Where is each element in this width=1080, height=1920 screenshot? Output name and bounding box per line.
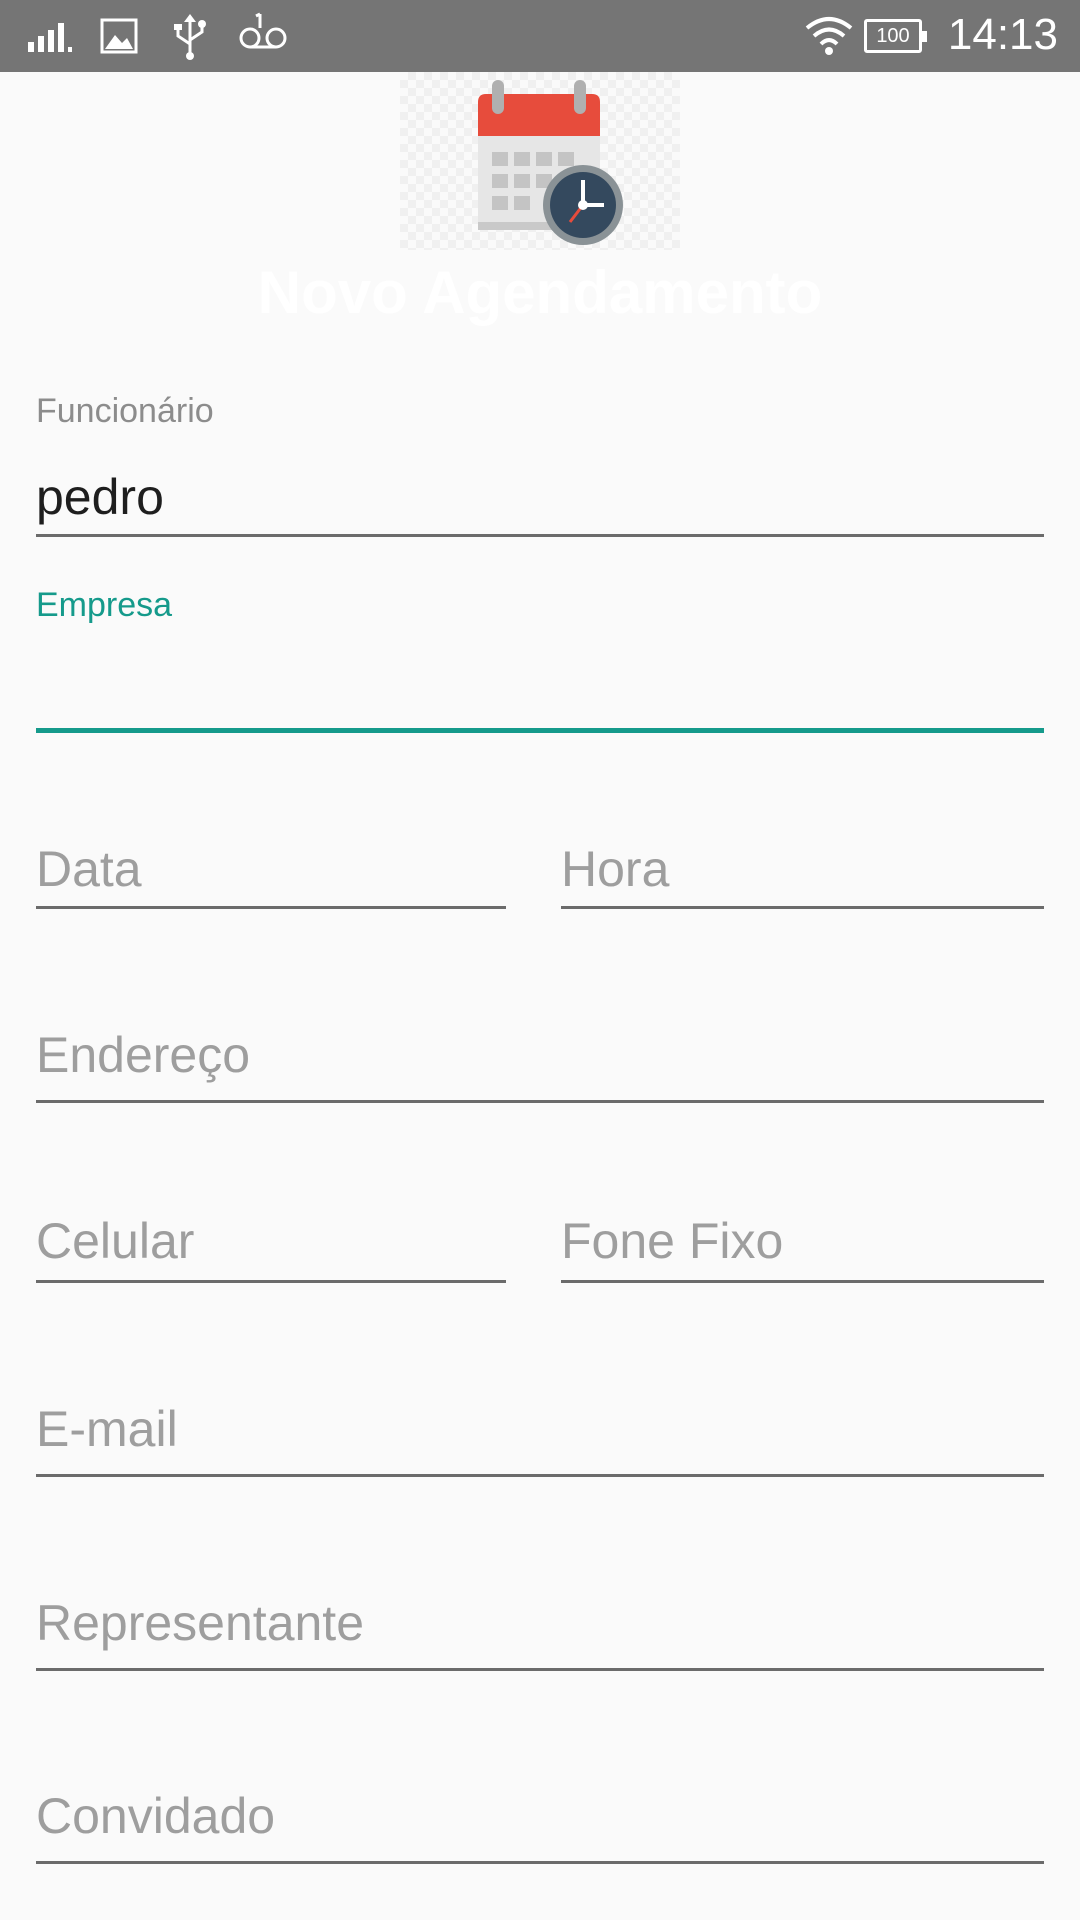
funcionario-underline bbox=[36, 534, 1044, 537]
representante-placeholder: Representante bbox=[36, 1595, 365, 1651]
voicemail-icon bbox=[239, 12, 287, 49]
usb-icon bbox=[174, 14, 206, 60]
celular-field[interactable]: Celular bbox=[36, 1212, 506, 1284]
data-underline bbox=[36, 906, 506, 909]
celular-underline bbox=[36, 1280, 506, 1283]
endereco-underline bbox=[36, 1100, 1044, 1103]
fone-fixo-underline bbox=[561, 1280, 1044, 1283]
funcionario-value: pedro bbox=[36, 469, 164, 525]
hora-field[interactable]: Hora bbox=[561, 840, 1044, 912]
signal-icon bbox=[28, 23, 72, 52]
funcionario-field[interactable]: Funcionário pedro bbox=[36, 392, 1044, 540]
fone-fixo-placeholder: Fone Fixo bbox=[561, 1213, 784, 1269]
battery-icon: 100 bbox=[864, 19, 927, 53]
image-notification-icon bbox=[100, 18, 138, 54]
empresa-underline bbox=[36, 728, 1044, 733]
empresa-field[interactable]: Empresa bbox=[36, 586, 1044, 736]
email-placeholder: E-mail bbox=[36, 1401, 178, 1457]
representante-field[interactable]: Representante bbox=[36, 1594, 1044, 1674]
endereco-placeholder: Endereço bbox=[36, 1027, 251, 1083]
empresa-label: Empresa bbox=[36, 586, 173, 624]
hora-underline bbox=[561, 906, 1044, 909]
data-placeholder: Data bbox=[36, 841, 142, 897]
status-time: 14:13 bbox=[947, 10, 1058, 59]
data-field[interactable]: Data bbox=[36, 840, 506, 912]
hora-placeholder: Hora bbox=[561, 841, 670, 897]
endereco-field[interactable]: Endereço bbox=[36, 1026, 1044, 1106]
funcionario-label: Funcionário bbox=[36, 392, 214, 430]
page-title: Novo Agendamento bbox=[257, 259, 823, 326]
convidado-field[interactable]: Convidado bbox=[36, 1787, 1044, 1867]
email-underline bbox=[36, 1474, 1044, 1477]
representante-underline bbox=[36, 1668, 1044, 1671]
wifi-icon bbox=[805, 17, 853, 55]
celular-placeholder: Celular bbox=[36, 1213, 195, 1269]
convidado-placeholder: Convidado bbox=[36, 1788, 276, 1844]
convidado-underline bbox=[36, 1861, 1044, 1864]
fone-fixo-field[interactable]: Fone Fixo bbox=[561, 1212, 1044, 1284]
email-field[interactable]: E-mail bbox=[36, 1400, 1044, 1480]
calendar-clock-icon bbox=[400, 72, 680, 250]
status-bar: 100 14:13 bbox=[0, 0, 1080, 72]
